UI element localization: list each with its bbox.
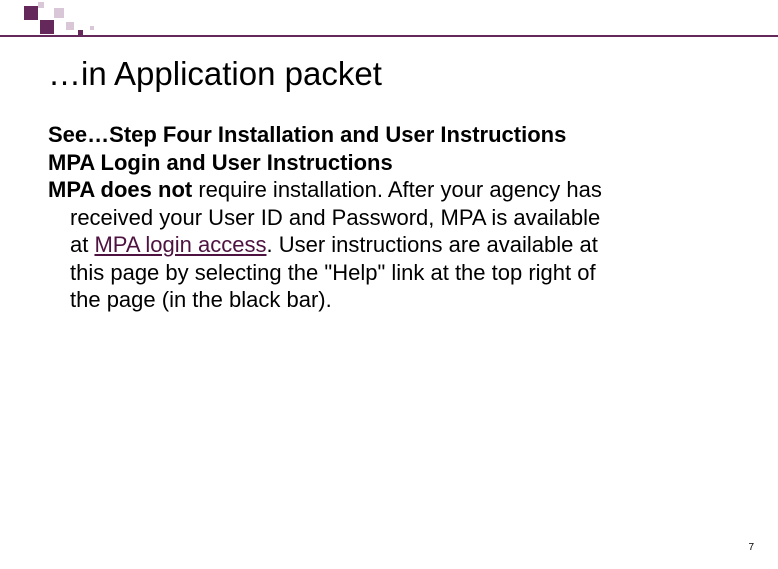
mpa-login-link[interactable]: MPA login access <box>94 232 266 257</box>
body-line2: MPA Login and User Instructions <box>48 150 393 175</box>
body-line5-pre: at <box>70 232 94 257</box>
body-line3-rest: require installation. After your agency … <box>192 177 602 202</box>
body-line4: received your User ID and Password, MPA … <box>70 204 738 232</box>
body-line7: the page (in the black bar). <box>70 286 738 314</box>
decoration-svg <box>0 0 778 40</box>
slide-content: …in Application packet See…Step Four Ins… <box>48 55 738 314</box>
body-text: See…Step Four Installation and User Inst… <box>48 121 738 314</box>
page-number: 7 <box>748 542 754 553</box>
body-line3-bold: MPA does not <box>48 177 192 202</box>
body-line6: this page by selecting the "Help" link a… <box>70 259 738 287</box>
slide-title: …in Application packet <box>48 55 738 93</box>
slide-decoration <box>0 0 778 40</box>
body-line5-post: . User instructions are available at <box>266 232 597 257</box>
body-line1: See…Step Four Installation and User Inst… <box>48 122 566 147</box>
body-line5: at MPA login access. User instructions a… <box>70 231 738 259</box>
